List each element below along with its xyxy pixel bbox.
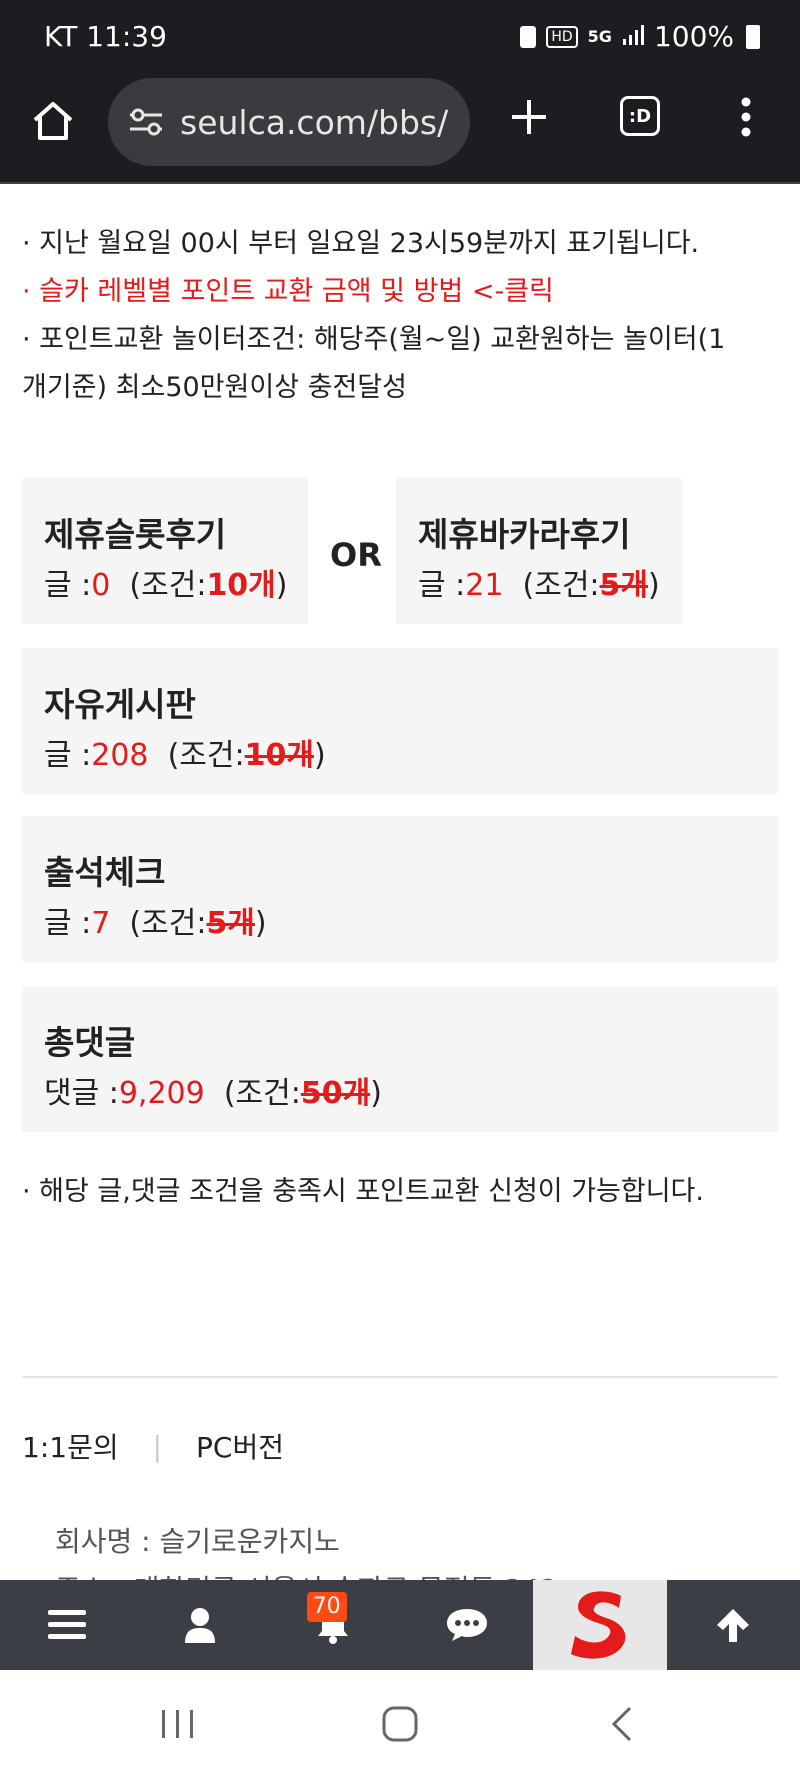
site-logo-button[interactable] bbox=[533, 1580, 667, 1670]
note-playground-condition-cont: 개기준) 최소50만원이상 충전달성 bbox=[22, 372, 407, 403]
card-free-board: 자유게시판 글 :208 (조건:10개) bbox=[22, 648, 778, 794]
url-bar[interactable]: seulca.com/bbs/ bbox=[108, 78, 470, 166]
site-logo-icon bbox=[570, 1591, 626, 1659]
footer-links: 1:1문의 | PC버전 bbox=[22, 1426, 284, 1466]
notifications-button[interactable]: 70 bbox=[267, 1580, 400, 1670]
post-count: 0 bbox=[91, 568, 111, 603]
back-icon bbox=[611, 1706, 632, 1742]
url-text: seulca.com/bbs/ bbox=[180, 102, 449, 142]
chat-button[interactable] bbox=[400, 1580, 533, 1670]
hamburger-icon bbox=[47, 1610, 86, 1639]
note-exchange-eligibility: · 해당 글,댓글 조건을 충족시 포인트교환 신청이 가능합니다. bbox=[22, 1176, 704, 1207]
android-home-button[interactable] bbox=[380, 1704, 420, 1744]
notification-badge: 70 bbox=[306, 1592, 347, 1622]
signal-icon bbox=[622, 20, 644, 53]
post-count: 21 bbox=[465, 568, 504, 603]
carrier-time: KT 11:39 bbox=[44, 20, 167, 53]
inquiry-link[interactable]: 1:1문의 bbox=[22, 1426, 119, 1466]
status-icons: HD 5G 100% bbox=[520, 20, 760, 53]
card-attendance-check: 출석체크 글 :7 (조건:5개) bbox=[22, 816, 778, 962]
card-count-line: 댓글 :9,209 (조건:50개) bbox=[44, 1076, 382, 1111]
site-settings-icon bbox=[130, 108, 162, 136]
battery-percent: 100% bbox=[653, 20, 734, 53]
recent-apps-icon bbox=[162, 1710, 193, 1738]
back-button[interactable] bbox=[608, 1706, 636, 1742]
condition-value: 5개 bbox=[599, 568, 649, 603]
footer-divider bbox=[22, 1376, 778, 1378]
status-bar: KT 11:39 HD 5G 100% bbox=[0, 0, 800, 76]
tab-switcher-button[interactable]: :D bbox=[620, 96, 660, 136]
recent-apps-button[interactable] bbox=[160, 1706, 196, 1742]
condition-value: 50개 bbox=[300, 1076, 371, 1111]
android-nav-bar bbox=[0, 1670, 800, 1778]
user-icon bbox=[184, 1608, 215, 1643]
sim-icon bbox=[520, 25, 537, 48]
card-count-line: 글 :208 (조건:10개) bbox=[44, 738, 326, 773]
plus-icon bbox=[512, 100, 546, 134]
card-count-line: 글 :0 (조건:10개) bbox=[44, 568, 288, 603]
card-title: 총댓글 bbox=[44, 1023, 136, 1062]
android-home-icon bbox=[382, 1706, 418, 1742]
card-total-comments: 총댓글 댓글 :9,209 (조건:50개) bbox=[22, 986, 778, 1132]
post-count: 208 bbox=[91, 738, 149, 773]
level-exchange-link[interactable]: · 슬카 레벨별 포인트 교환 금액 및 방법 <-클릭 bbox=[22, 272, 782, 312]
browser-menu-button[interactable] bbox=[740, 94, 752, 140]
note-playground-condition: · 포인트교환 놀이터조건: 해당주(월~일) 교환원하는 놀이터(1 bbox=[22, 324, 726, 355]
battery-icon bbox=[746, 24, 760, 49]
more-vert-icon bbox=[741, 97, 751, 137]
card-count-line: 글 :21 (조건:5개) bbox=[418, 568, 660, 603]
network-icon: 5G bbox=[587, 27, 612, 46]
company-name: 회사명 : 슬기로운카지노 bbox=[55, 1525, 340, 1558]
card-count-line: 글 :7 (조건:5개) bbox=[44, 906, 267, 941]
my-page-button[interactable] bbox=[133, 1580, 266, 1670]
browser-toolbar: seulca.com/bbs/ :D bbox=[0, 76, 800, 184]
card-title: 출석체크 bbox=[44, 853, 166, 892]
card-title: 자유게시판 bbox=[44, 685, 196, 724]
card-partner-baccarat-review: 제휴바카라후기 글 :21 (조건:5개) bbox=[396, 478, 682, 624]
site-bottom-nav: 70 bbox=[0, 1580, 800, 1670]
hd-icon: HD bbox=[546, 25, 578, 48]
note-period: · 지난 월요일 00시 부터 일요일 23시59분까지 표기됩니다. bbox=[22, 228, 700, 259]
home-icon bbox=[33, 102, 73, 140]
post-count: 7 bbox=[91, 906, 111, 941]
condition-value: 10개 bbox=[206, 568, 276, 603]
pc-version-link[interactable]: PC버전 bbox=[196, 1426, 284, 1466]
chat-bubble-icon bbox=[446, 1609, 487, 1641]
card-title: 제휴슬롯후기 bbox=[44, 515, 227, 554]
new-tab-button[interactable] bbox=[506, 94, 552, 140]
menu-button[interactable] bbox=[0, 1580, 133, 1670]
or-label: OR bbox=[330, 536, 382, 574]
arrow-up-icon bbox=[717, 1609, 750, 1642]
condition-value: 10개 bbox=[244, 738, 314, 773]
footer-separator: | bbox=[152, 1429, 163, 1463]
condition-value: 5개 bbox=[206, 906, 255, 941]
card-title: 제휴바카라후기 bbox=[418, 515, 631, 554]
comment-count: 9,209 bbox=[118, 1076, 205, 1111]
home-button[interactable] bbox=[30, 98, 76, 144]
scroll-top-button[interactable] bbox=[667, 1580, 800, 1670]
card-partner-slot-review: 제휴슬롯후기 글 :0 (조건:10개) bbox=[22, 478, 308, 624]
